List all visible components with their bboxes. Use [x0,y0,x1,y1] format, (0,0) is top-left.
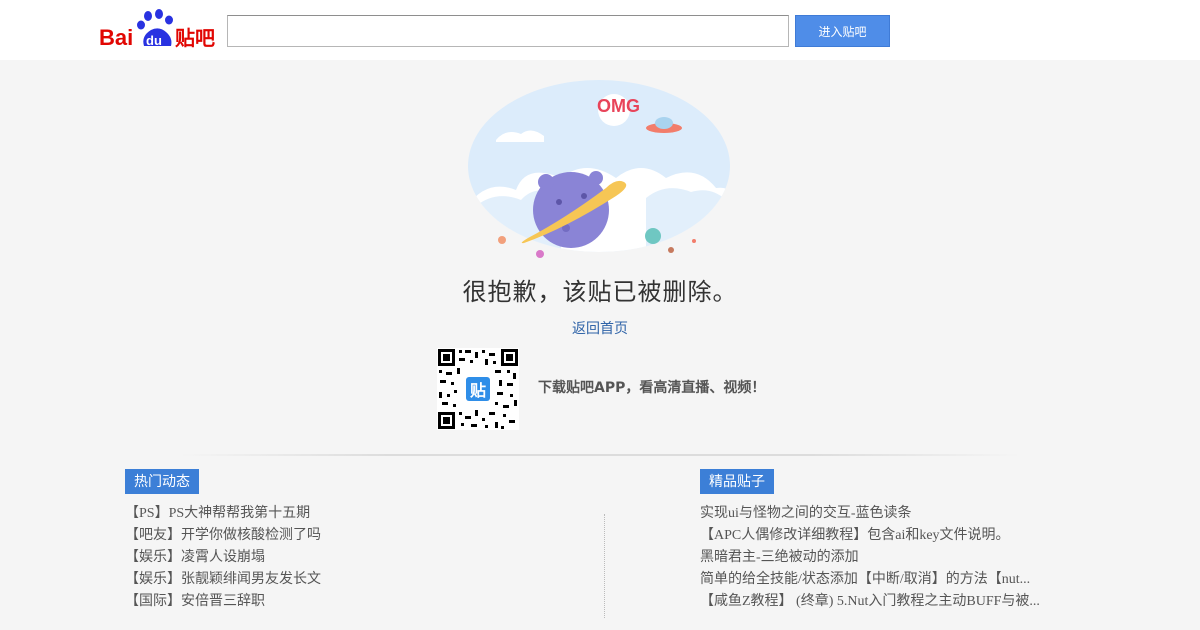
list-item[interactable]: 【APC人偶修改详细教程】包含ai和key文件说明。 [700,525,1050,547]
list-item[interactable]: 【娱乐】凌霄人设崩塌 [125,547,585,569]
list-item[interactable]: 【吧友】开学你做核酸检测了吗 [125,525,585,547]
column-divider [604,514,605,618]
search-input[interactable] [227,15,789,47]
good-link[interactable]: 【咸鱼Z教程】 (终章) 5.Nut入门教程之主动BUFF与被... [700,594,1040,609]
hot-section-title: 热门动态 [125,469,199,494]
planet-ufo-illustration: OMG [468,80,730,258]
hot-link[interactable]: 【吧友】开学你做核酸检测了吗 [125,528,321,543]
good-link[interactable]: 简单的给全技能/状态添加【中断/取消】的方法【nut... [700,572,1030,587]
return-home-link[interactable]: 返回首页 [0,318,1200,338]
app-qr-code: 贴 [437,348,519,430]
list-item[interactable]: 【娱乐】张靓颖绯闻男友发长文 [125,569,585,591]
hot-link[interactable]: 【国际】安倍晋三辞职 [125,594,265,609]
list-item[interactable]: 【咸鱼Z教程】 (终章) 5.Nut入门教程之主动BUFF与被... [700,591,1050,613]
hot-link[interactable]: 【PS】PS大神帮帮我第十五期 [125,506,310,521]
hot-link[interactable]: 【娱乐】凌霄人设崩塌 [125,550,265,565]
download-app-text: 下载贴吧APP，看高清直播、视频！ [538,380,766,396]
list-item[interactable]: 【国际】安倍晋三辞职 [125,591,585,613]
good-list: 实现ui与怪物之间的交互-蓝色读条 【APC人偶修改详细教程】包含ai和key文… [700,503,1050,613]
hot-list: 【PS】PS大神帮帮我第十五期 【吧友】开学你做核酸检测了吗 【娱乐】凌霄人设崩… [125,503,585,613]
logo-tieba-text: 贴吧 [175,26,215,50]
logo-bai-text: Bai [99,25,133,50]
top-header: Bai du 贴吧 进入贴吧 [0,0,1200,60]
list-item[interactable]: 实现ui与怪物之间的交互-蓝色读条 [700,503,1050,525]
good-link[interactable]: 黑暗君主-三绝被动的添加 [700,550,859,565]
qr-tieba-icon: 贴 [470,381,486,400]
section-divider [180,454,1020,456]
list-item[interactable]: 黑暗君主-三绝被动的添加 [700,547,1050,569]
hot-link[interactable]: 【娱乐】张靓颖绯闻男友发长文 [125,572,321,587]
good-link[interactable]: 实现ui与怪物之间的交互-蓝色读条 [700,506,912,521]
deleted-post-message: 很抱歉，该贴已被删除。 [462,278,738,306]
good-link[interactable]: 【APC人偶修改详细教程】包含ai和key文件说明。 [700,528,1010,543]
list-item[interactable]: 简单的给全技能/状态添加【中断/取消】的方法【nut... [700,569,1050,591]
good-section-title: 精品贴子 [700,469,774,494]
baidu-tieba-logo[interactable]: Bai du 贴吧 [99,8,219,50]
logo-du-text: du [146,33,162,48]
list-item[interactable]: 【PS】PS大神帮帮我第十五期 [125,503,585,525]
omg-text: OMG [597,96,640,116]
enter-tieba-button[interactable]: 进入贴吧 [795,15,890,47]
